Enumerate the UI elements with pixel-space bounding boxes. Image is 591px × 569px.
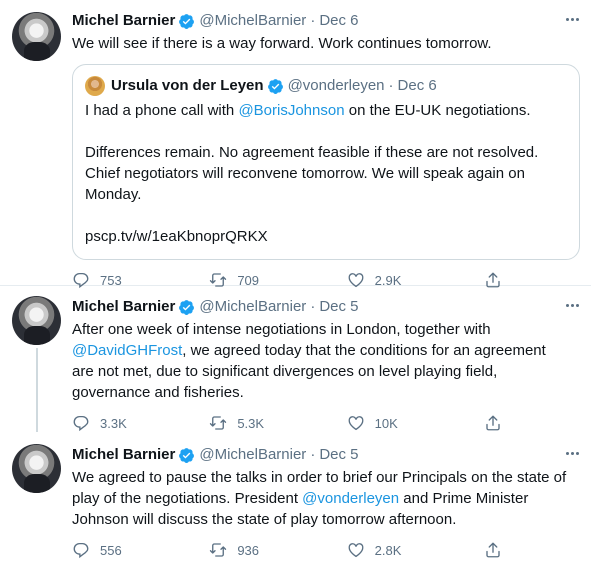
- separator-dot: ·: [310, 446, 316, 463]
- author-name[interactable]: Michel Barnier: [72, 444, 175, 466]
- quote-avatar: [85, 76, 105, 96]
- quote-text-part: on the EU-UK negotiations.: [344, 102, 531, 119]
- tweet-text: After one week of intense negotiations i…: [72, 319, 575, 403]
- share-icon: [486, 542, 500, 558]
- more-icon[interactable]: [563, 444, 581, 462]
- tweet-text: We agreed to pause the talks in order to…: [72, 467, 575, 530]
- verified-badge-icon: [267, 78, 283, 94]
- tweet-actions: 3.3K 5.3K 10K: [72, 413, 512, 433]
- mention-link[interactable]: @DavidGHFrost: [72, 342, 182, 359]
- separator-dot: ·: [388, 77, 394, 94]
- reply-icon: [73, 542, 89, 559]
- author-name[interactable]: Michel Barnier: [72, 296, 175, 318]
- quote-author-name: Ursula von der Leyen: [111, 77, 264, 94]
- tweet[interactable]: Michel Barnier @MichelBarnier · Dec 5 Af…: [0, 286, 591, 434]
- separator-dot: ·: [310, 298, 316, 315]
- quote-text-part: I had a phone call with: [85, 102, 239, 119]
- reply-count: 556: [100, 542, 122, 558]
- reply-button[interactable]: 3.3K: [72, 414, 152, 432]
- tweet-text: We will see if there is a way forward. W…: [72, 35, 492, 52]
- share-icon: [486, 415, 500, 431]
- tweet-date[interactable]: Dec 5: [319, 444, 358, 466]
- retweet-count: 936: [237, 542, 260, 558]
- author-handle[interactable]: @MichelBarnier: [199, 296, 306, 318]
- like-icon: [348, 543, 364, 558]
- tweet-header: Michel Barnier @MichelBarnier · Dec 5: [72, 444, 575, 466]
- more-icon[interactable]: [563, 10, 581, 28]
- quoted-tweet[interactable]: Ursula von der Leyen @vonderleyen · Dec …: [72, 64, 580, 260]
- author-handle[interactable]: @MichelBarnier: [199, 444, 306, 466]
- tweet-date[interactable]: Dec 5: [319, 296, 358, 318]
- tweet-header: Michel Barnier @MichelBarnier · Dec 5: [72, 296, 575, 318]
- quote-text: I had a phone call with @BorisJohnson on…: [85, 100, 567, 247]
- mention-link[interactable]: @vonderleyen: [302, 490, 399, 507]
- separator-dot: ·: [310, 12, 316, 29]
- like-button[interactable]: 2.8K: [347, 541, 427, 559]
- mention-link[interactable]: @BorisJohnson: [238, 102, 344, 119]
- reply-icon: [73, 415, 89, 432]
- retweet-icon: [210, 543, 227, 557]
- quote-author-handle: @vonderleyen: [287, 77, 385, 94]
- share-button[interactable]: [484, 414, 512, 432]
- tweet-actions: 556 936 2.8K: [72, 540, 512, 560]
- tweet-text-part: After one week of intense negotiations i…: [72, 321, 491, 338]
- avatar[interactable]: [12, 444, 61, 493]
- tweet[interactable]: Michel Barnier @MichelBarnier · Dec 5 We…: [0, 434, 591, 569]
- like-icon: [348, 416, 364, 431]
- author-handle[interactable]: @MichelBarnier: [199, 10, 306, 32]
- reply-count: 3.3K: [100, 415, 127, 431]
- retweet-count: 5.3K: [237, 415, 265, 431]
- quote-paragraph: I had a phone call with @BorisJohnson on…: [85, 100, 563, 121]
- more-icon[interactable]: [563, 296, 581, 314]
- quote-date: Dec 6: [397, 77, 437, 94]
- verified-badge-icon: [179, 13, 195, 29]
- tweet-header: Michel Barnier @MichelBarnier · Dec 6: [72, 10, 575, 32]
- thread-connector: [36, 348, 38, 432]
- like-count: 10K: [374, 415, 398, 431]
- tweet-date[interactable]: Dec 6: [319, 10, 358, 32]
- share-button[interactable]: [484, 541, 512, 559]
- tweet[interactable]: Michel Barnier @MichelBarnier · Dec 6 We…: [0, 0, 591, 289]
- reply-button[interactable]: 556: [72, 541, 152, 559]
- retweet-button[interactable]: 5.3K: [209, 414, 289, 432]
- quote-link[interactable]: pscp.tv/w/1eaKbnoprQRKX: [85, 226, 563, 247]
- retweet-button[interactable]: 936: [209, 541, 289, 559]
- avatar[interactable]: [12, 12, 61, 61]
- retweet-icon: [210, 416, 227, 430]
- author-name[interactable]: Michel Barnier: [72, 10, 175, 32]
- quote-paragraph: Differences remain. No agreement feasibl…: [85, 144, 539, 203]
- verified-badge-icon: [179, 299, 195, 315]
- quote-header: Ursula von der Leyen @vonderleyen · Dec …: [85, 75, 567, 97]
- like-button[interactable]: 10K: [347, 414, 427, 432]
- avatar[interactable]: [12, 296, 61, 345]
- like-count: 2.8K: [374, 542, 402, 558]
- verified-badge-icon: [179, 447, 195, 463]
